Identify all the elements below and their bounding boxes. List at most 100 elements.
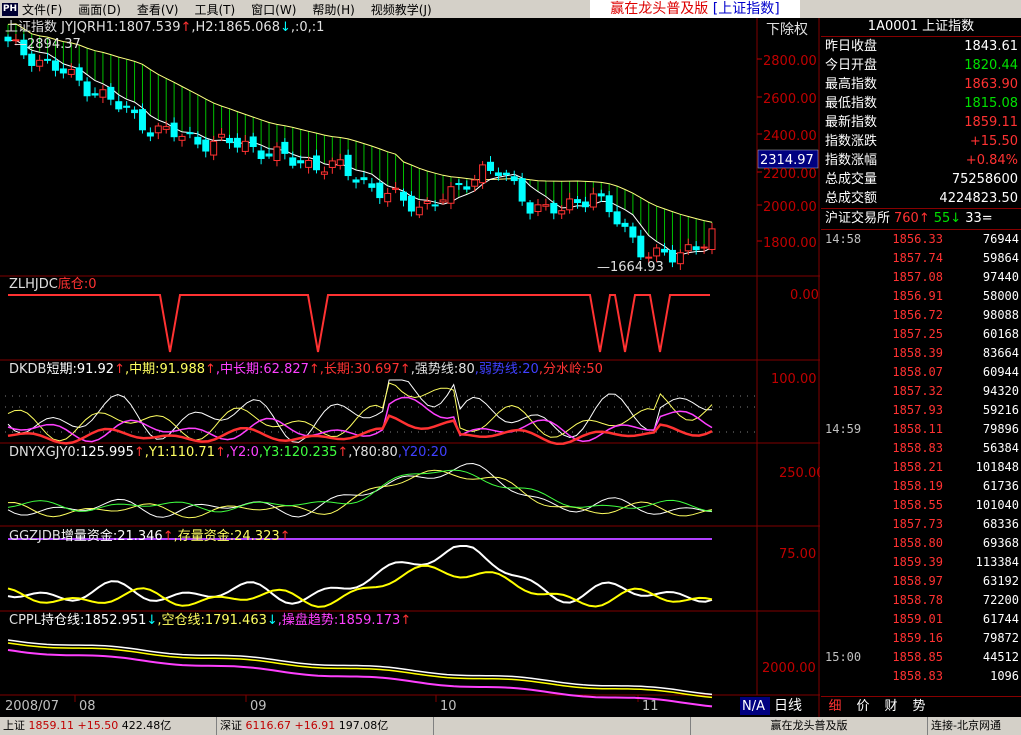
- y-tick-zlhjdc: 0.00: [790, 288, 819, 303]
- ma-fast-line: [7, 39, 713, 256]
- tick-volume: 79896: [982, 422, 1019, 436]
- restore-rights-label: 下除权: [766, 22, 808, 38]
- low-price-note: —1664.93: [597, 260, 664, 275]
- candle-body: [257, 150, 265, 159]
- tick-volume: 61744: [982, 612, 1019, 626]
- tick-volume: 56384: [982, 441, 1019, 455]
- candle-body: [368, 183, 376, 188]
- stat-label: 总成交额: [825, 191, 878, 206]
- tick-row[interactable]: 1856.72 98088: [821, 306, 1021, 325]
- candle-body: [574, 199, 582, 204]
- kline-chart-area[interactable]: 上证指数 JYJQRH1:1807.539↑,H2:1865.068↓,:0,:…: [0, 18, 820, 717]
- tick-volume: 69368: [982, 536, 1019, 550]
- x-label-08: 08: [79, 699, 96, 714]
- cppl-indicator-panel[interactable]: [7, 639, 713, 708]
- tick-row[interactable]: 1859.39 113384: [821, 553, 1021, 572]
- x-label-11: 11: [642, 699, 659, 714]
- menu-file[interactable]: 文件(F): [22, 1, 62, 18]
- tick-row[interactable]: 14:58 1856.33 76944: [821, 230, 1021, 249]
- candle-body: [36, 59, 44, 67]
- tick-time: [821, 325, 885, 344]
- tick-row[interactable]: 1857.32 94320: [821, 382, 1021, 401]
- tick-row[interactable]: 1858.83 1096: [821, 667, 1021, 686]
- tab-price[interactable]: 价: [849, 697, 877, 717]
- candle-body: [502, 172, 510, 176]
- stat-row: 总成交额 4224823.50: [821, 189, 1021, 208]
- y-tick-ggzjdb: 75.00: [779, 547, 816, 562]
- tick-row[interactable]: 1857.25 60168: [821, 325, 1021, 344]
- candle-body: [605, 195, 613, 213]
- candle-body: [67, 69, 75, 75]
- candle-body: [28, 53, 36, 66]
- dkdb-indicator-panel[interactable]: [7, 379, 713, 446]
- menu-help[interactable]: 帮助(H): [312, 1, 354, 18]
- tick-row[interactable]: 1859.01 61744: [821, 610, 1021, 629]
- candle-body: [281, 141, 289, 154]
- tick-row[interactable]: 1858.83 56384: [821, 439, 1021, 458]
- candle-body: [676, 252, 684, 265]
- tick-row[interactable]: 1858.21 101848: [821, 458, 1021, 477]
- tick-volume: 83664: [982, 346, 1019, 360]
- tick-row[interactable]: 1858.07 60944: [821, 363, 1021, 382]
- menu-window[interactable]: 窗口(W): [251, 1, 296, 18]
- candle-body: [400, 191, 408, 201]
- tick-row[interactable]: 1859.16 79872: [821, 629, 1021, 648]
- tick-list[interactable]: 14:58 1856.33 76944 1857.74 59864 1857.08 9744…: [821, 230, 1021, 686]
- tick-row[interactable]: 1858.39 83664: [821, 344, 1021, 363]
- status-connection[interactable]: 连接-北京网通: [928, 717, 1004, 735]
- tick-row[interactable]: 1858.97 63192: [821, 572, 1021, 591]
- menu-look[interactable]: 查看(V): [137, 1, 179, 18]
- tick-price: 1858.83: [892, 441, 943, 455]
- tick-time: [821, 515, 885, 534]
- tick-row[interactable]: 1857.93 59216: [821, 401, 1021, 420]
- tick-price: 1857.93: [892, 403, 943, 417]
- dnyxg-indicator-panel[interactable]: [7, 462, 713, 540]
- tick-row[interactable]: 1857.08 97440: [821, 268, 1021, 287]
- candle-body: [44, 58, 52, 61]
- stat-row: 最新指数 1859.11: [821, 113, 1021, 132]
- candle-body: [668, 249, 676, 263]
- candle-body: [289, 157, 297, 166]
- menu-tools[interactable]: 工具(T): [194, 1, 235, 18]
- menu-view-screen[interactable]: 画面(D): [78, 1, 121, 18]
- tick-row[interactable]: 1857.73 68336: [821, 515, 1021, 534]
- zlhjdc-indicator-panel[interactable]: [8, 294, 710, 353]
- status-shanghai[interactable]: 上证 1859.11 +15.50 422.48亿: [0, 717, 217, 735]
- stat-label: 昨日收盘: [825, 39, 878, 54]
- candle-body: [629, 226, 637, 238]
- tick-row[interactable]: 1858.80 69368: [821, 534, 1021, 553]
- tick-row[interactable]: 1856.91 58000: [821, 287, 1021, 306]
- candle-body: [51, 60, 59, 71]
- y-tick-cppl: 2000.00: [762, 661, 816, 676]
- tick-row[interactable]: 14:59 1858.11 79896: [821, 420, 1021, 439]
- tick-time: [821, 496, 885, 515]
- tick-row[interactable]: 1858.19 61736: [821, 477, 1021, 496]
- status-shenzhen[interactable]: 深证 6116.67 +16.91 197.08亿: [217, 717, 434, 735]
- stat-label: 最低指数: [825, 96, 878, 111]
- tick-volume: 59864: [982, 251, 1019, 265]
- tick-time: [821, 306, 885, 325]
- tick-time: [821, 610, 885, 629]
- status-bar: 上证 1859.11 +15.50 422.48亿 深证 6116.67 +16…: [0, 717, 1021, 735]
- y-tick-main-2800: 2800.00: [763, 54, 817, 69]
- candle-body: [162, 126, 170, 130]
- menu-video-tutorial[interactable]: 视频教学(J): [371, 1, 432, 18]
- app-logo-icon[interactable]: PH: [2, 2, 18, 16]
- tick-time: [821, 439, 885, 458]
- tick-row[interactable]: 1858.55 101040: [821, 496, 1021, 515]
- tab-detail[interactable]: 细: [821, 697, 849, 717]
- tab-finance[interactable]: 财: [877, 697, 905, 717]
- main-kline-panel[interactable]: [4, 23, 716, 270]
- ggzjdb-indicator-panel[interactable]: [7, 545, 713, 608]
- tick-volume: 94320: [982, 384, 1019, 398]
- tick-price: 1858.80: [892, 536, 943, 550]
- tick-time: [821, 363, 885, 382]
- tab-trend[interactable]: 势: [905, 697, 933, 717]
- tick-row[interactable]: 1858.78 72200: [821, 591, 1021, 610]
- candle-body: [328, 160, 336, 168]
- tick-row[interactable]: 1857.74 59864: [821, 249, 1021, 268]
- candle-body: [550, 202, 558, 214]
- zlhjdc-line: [8, 294, 710, 353]
- tick-volume: 101040: [975, 498, 1019, 512]
- tick-row[interactable]: 15:00 1858.85 44512: [821, 648, 1021, 667]
